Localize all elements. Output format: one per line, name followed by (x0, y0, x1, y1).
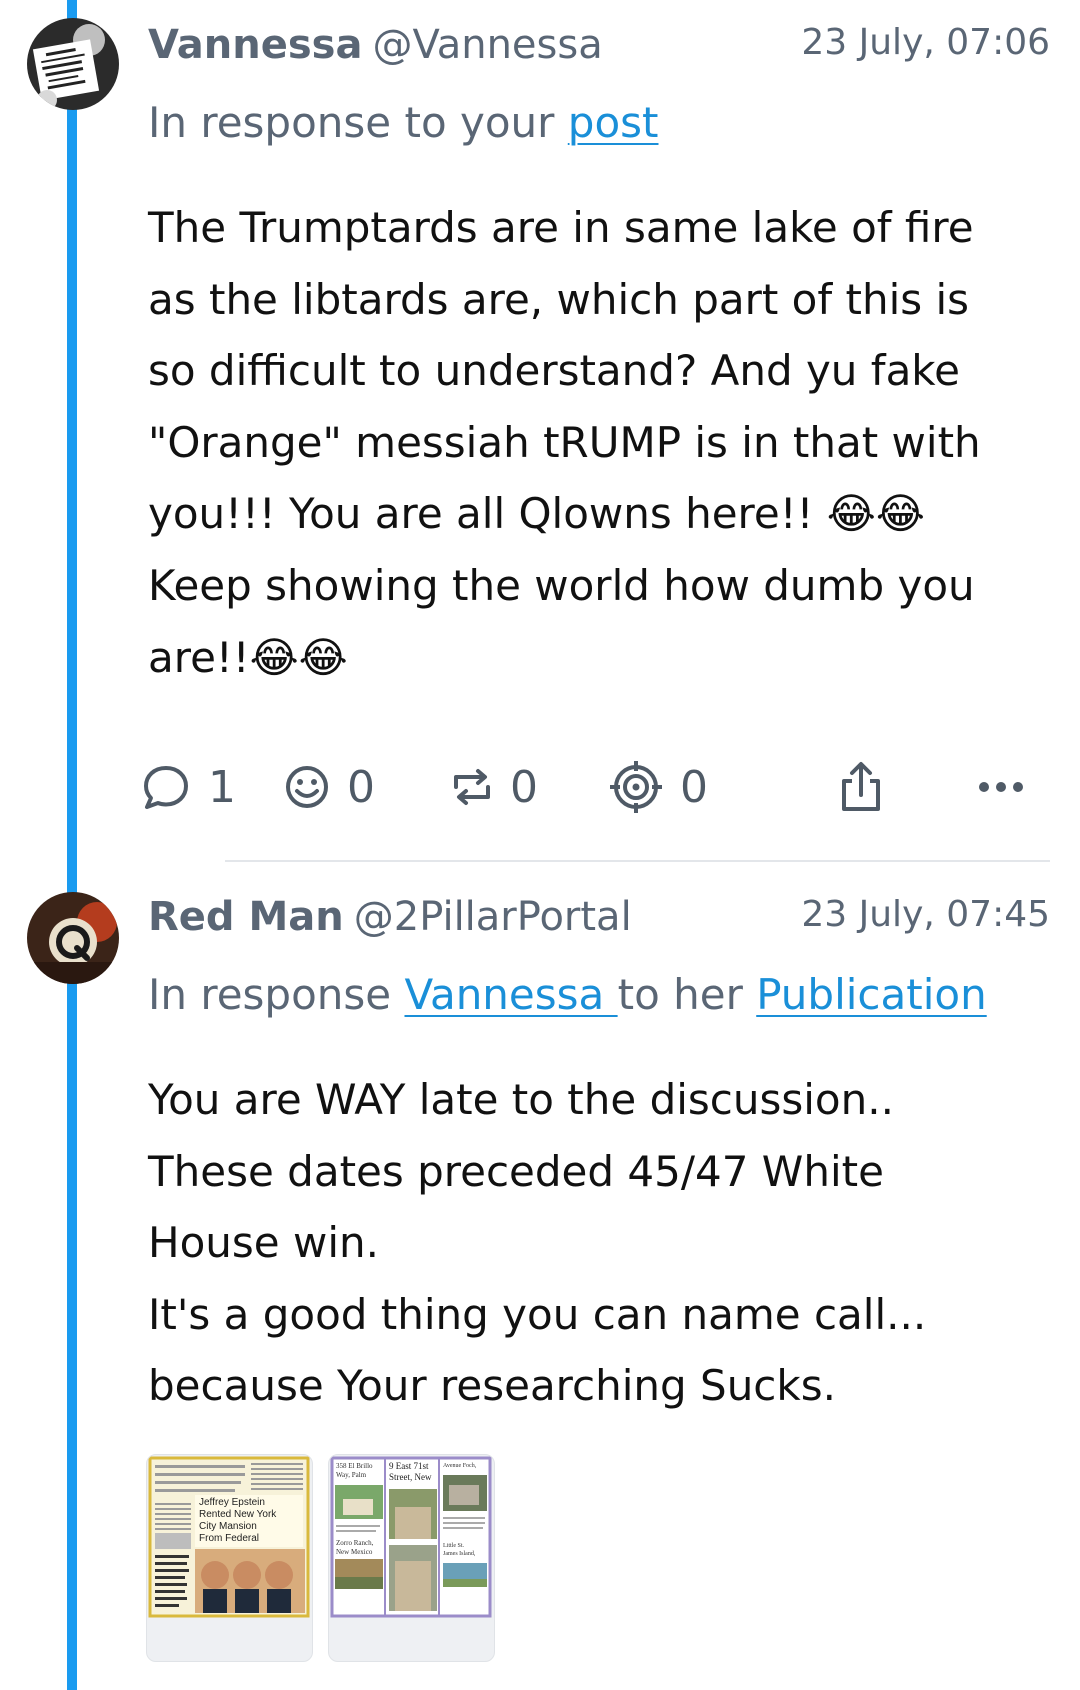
author-handle[interactable]: @Vannessa (372, 22, 602, 68)
repost-button[interactable]: 0 (450, 752, 538, 822)
protest-sign-avatar-icon (27, 18, 119, 110)
more-dots-icon (979, 782, 1023, 792)
svg-text:Avenue Foch,: Avenue Foch, (443, 1463, 477, 1469)
publication-link[interactable]: Publication (756, 970, 987, 1019)
svg-text:Way, Palm: Way, Palm (336, 1471, 367, 1479)
target-button[interactable]: 0 (608, 752, 708, 822)
timestamp[interactable]: 23 July, 07:45 (801, 894, 1050, 935)
reply-prefix: In response to your (148, 98, 568, 147)
svg-text:Rented New York: Rented New York (199, 1509, 277, 1520)
reaction-count: 0 (347, 761, 375, 813)
post-red-man: Red Man @2PillarPortal 23 July, 07:45 In … (0, 862, 1080, 1690)
author-name[interactable]: Vannessa (148, 22, 362, 68)
reply-count: 1 (208, 761, 236, 813)
post-body: You are WAY late to the discussion.. The… (148, 1075, 927, 1411)
crosshair-icon (610, 761, 662, 813)
share-button[interactable] (838, 752, 884, 822)
reply-prefix: In response (148, 970, 405, 1019)
reply-context: In response Vannessa to her Publication (148, 970, 1050, 1019)
svg-text:Street, New: Street, New (389, 1472, 432, 1482)
more-button[interactable] (976, 752, 1026, 822)
user-link[interactable]: Vannessa (404, 970, 617, 1019)
reply-middle: to her (617, 970, 757, 1019)
svg-text:James Island,: James Island, (443, 1551, 476, 1557)
author-name[interactable]: Red Man (148, 894, 344, 940)
attachments: Jeffrey Epstein Rented New York City Man… (146, 1454, 506, 1664)
target-count: 0 (680, 761, 708, 813)
svg-text:Jeffrey Epstein: Jeffrey Epstein (199, 1497, 265, 1508)
avatar[interactable] (27, 18, 119, 110)
svg-text:From Federal: From Federal (199, 1533, 259, 1544)
smiley-icon (286, 766, 328, 808)
letter-q-avatar-icon (27, 892, 119, 984)
attachment-thumbnail[interactable]: 358 El Brillo Way, Palm 9 East 71st Stre… (328, 1454, 495, 1662)
attachment-thumbnail[interactable]: Jeffrey Epstein Rented New York City Man… (146, 1454, 313, 1662)
repost-count: 0 (510, 761, 538, 813)
react-button[interactable]: 0 (283, 752, 375, 822)
reply-context: In response to your post (148, 98, 1050, 147)
svg-text:9 East 71st: 9 East 71st (389, 1461, 429, 1471)
svg-text:358 El Brillo: 358 El Brillo (336, 1462, 373, 1470)
action-bar: 1 0 0 0 (140, 752, 1040, 822)
svg-text:Little St.: Little St. (443, 1543, 465, 1549)
share-icon (842, 762, 880, 811)
article-collage-image: Jeffrey Epstein Rented New York City Man… (148, 1456, 310, 1618)
reply-button[interactable]: 1 (140, 752, 236, 822)
post-link[interactable]: post (568, 98, 659, 147)
post-header: Vannessa @Vannessa 23 July, 07:06 (148, 22, 1050, 82)
post-vannessa: Vannessa @Vannessa 23 July, 07:06 In resp… (0, 0, 1080, 862)
post-header: Red Man @2PillarPortal 23 July, 07:45 (148, 894, 1050, 954)
author-handle[interactable]: @2PillarPortal (354, 894, 632, 940)
svg-text:Zorro Ranch,: Zorro Ranch, (336, 1539, 374, 1547)
repost-icon (454, 769, 490, 805)
post-body: The Trumptards are in same lake of fire … (148, 203, 981, 682)
timestamp[interactable]: 23 July, 07:06 (801, 22, 1050, 63)
avatar[interactable] (27, 892, 119, 984)
property-collage-image: 358 El Brillo Way, Palm 9 East 71st Stre… (330, 1456, 492, 1618)
svg-text:New Mexico: New Mexico (336, 1548, 373, 1556)
comment-icon (144, 766, 188, 809)
svg-text:City Mansion: City Mansion (199, 1521, 257, 1532)
